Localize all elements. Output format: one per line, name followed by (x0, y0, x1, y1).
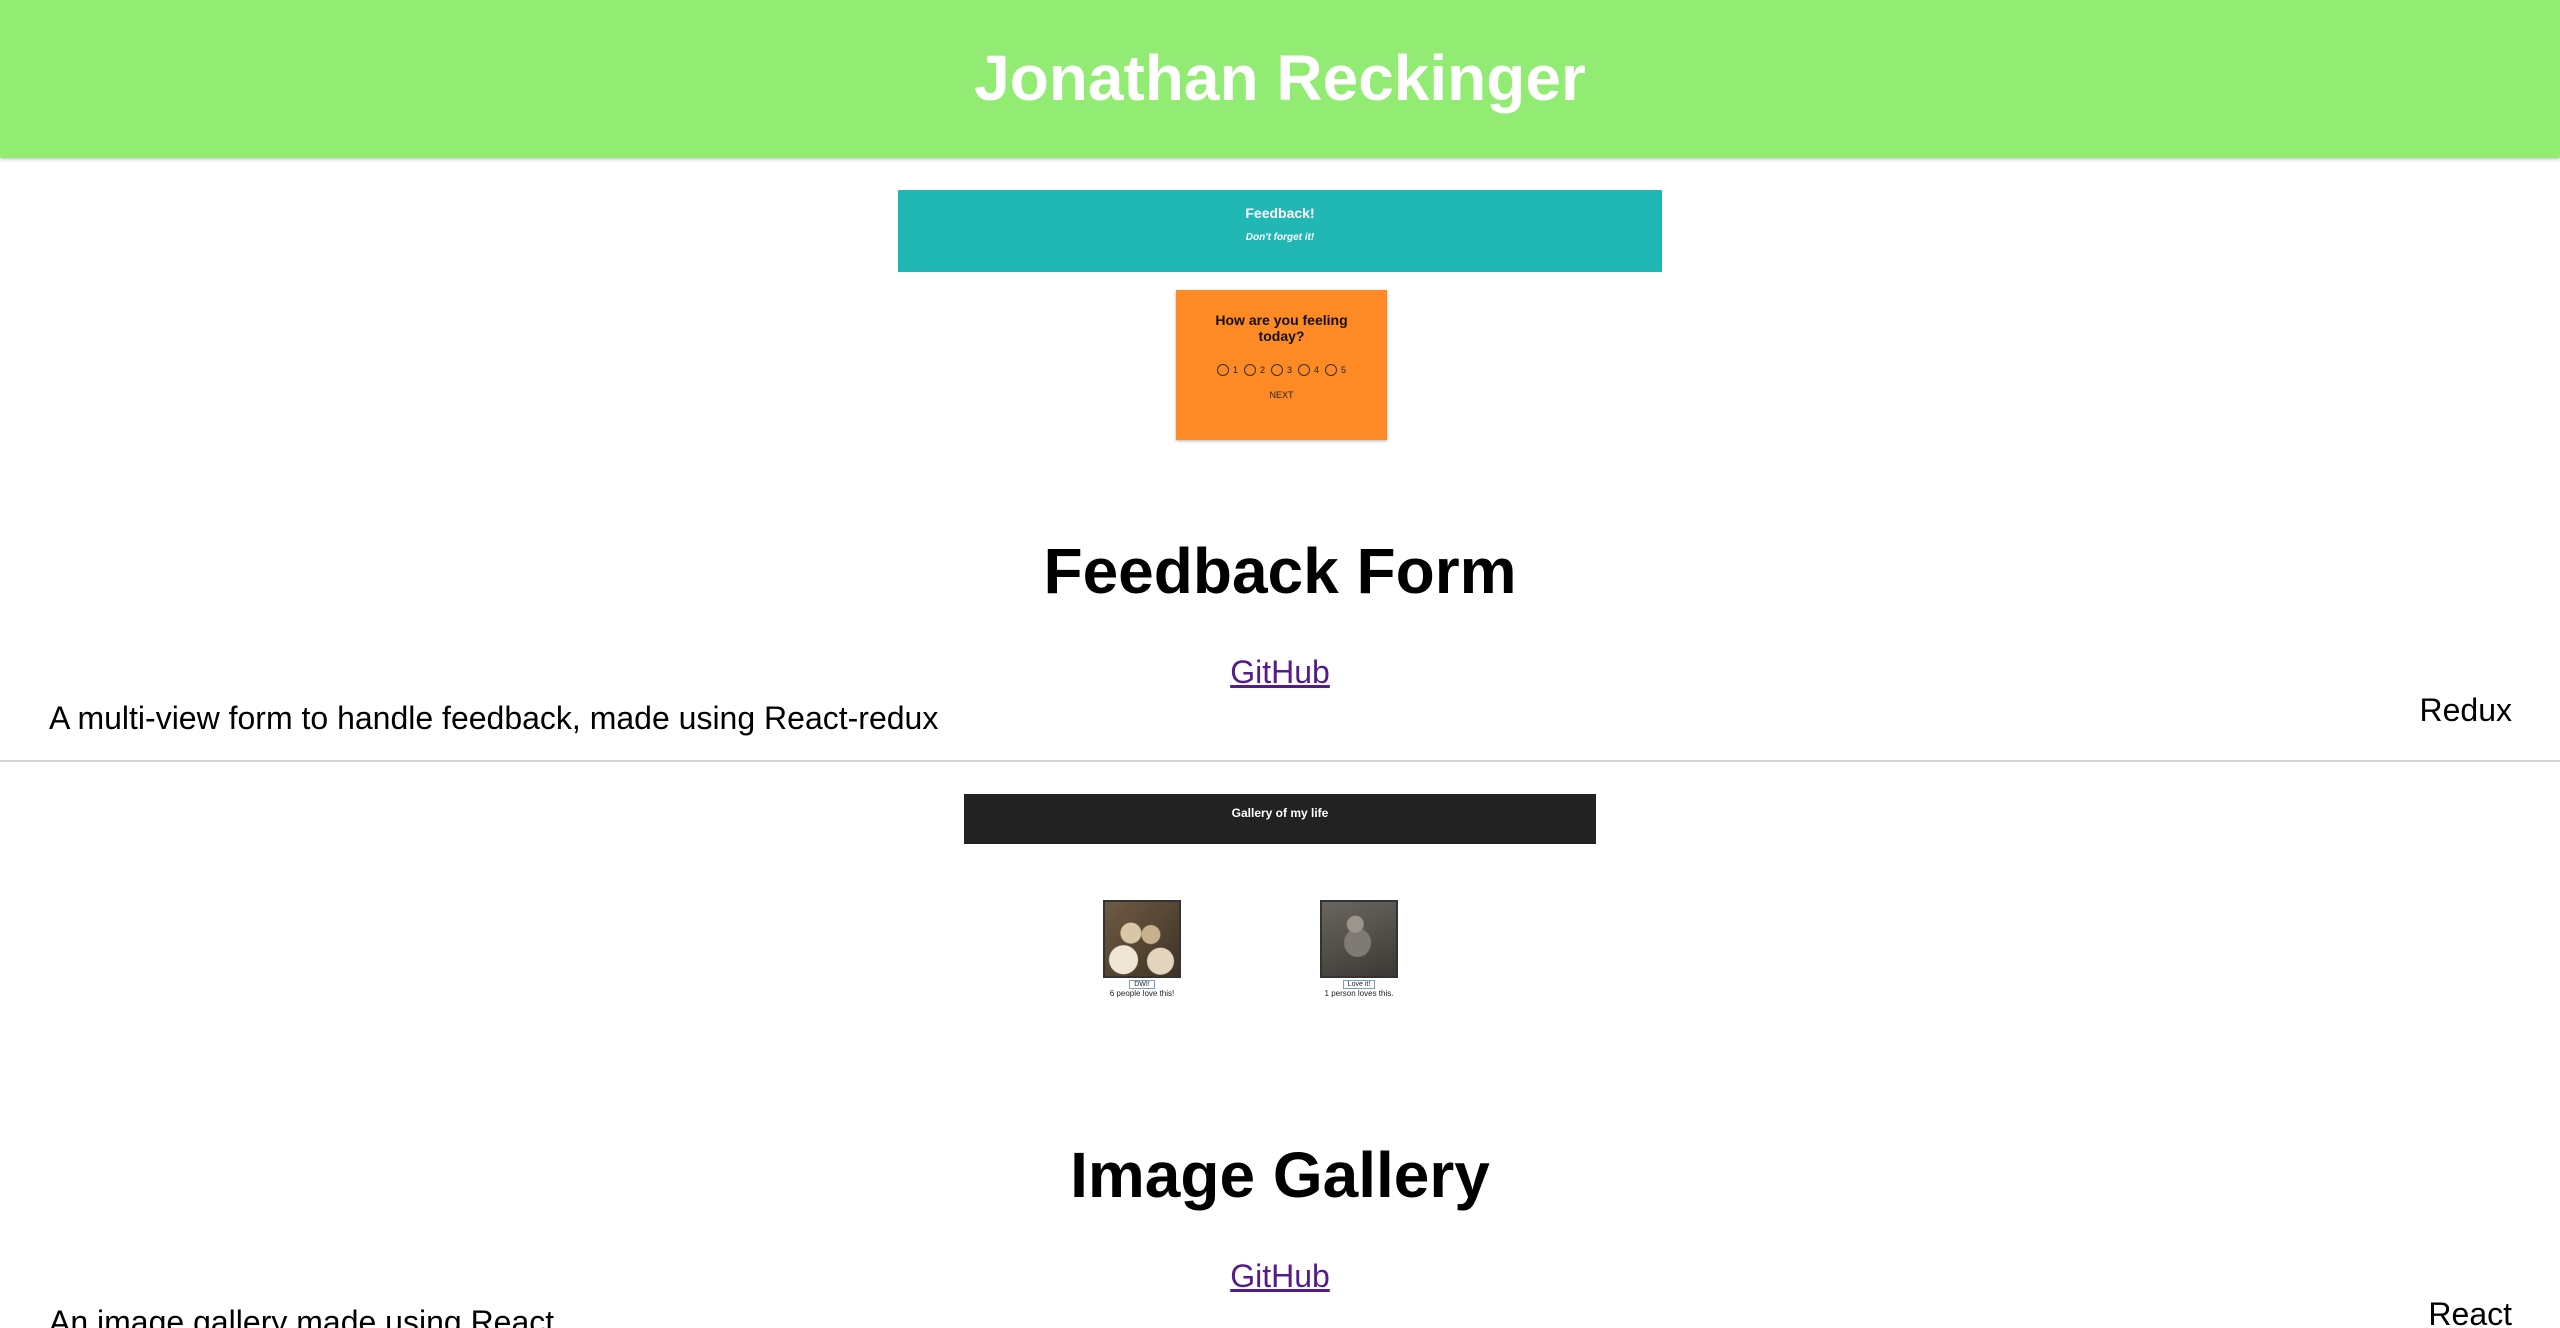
feedback-preview-next: NEXT (1269, 390, 1294, 400)
project-tag: React (2428, 1296, 2512, 1328)
radio-icon (1243, 364, 1256, 376)
feedback-preview-option: 2 (1243, 364, 1265, 376)
feedback-preview-option: 3 (1270, 364, 1292, 376)
gallery-preview-banner: Gallery of my life (964, 794, 1596, 844)
gallery-preview-likes: 1 person loves this. (1324, 989, 1394, 998)
kitten-image (1103, 900, 1181, 978)
feedback-preview-options: 1 2 3 4 5 (1176, 364, 1387, 376)
feedback-preview-question: How are you feeling today? (1215, 312, 1348, 344)
feedback-preview-card: How are you feeling today? 1 2 3 4 5 NEX… (1176, 290, 1387, 440)
project-card-feedback-form: Feedback! Don't forget it! How are you f… (0, 158, 2560, 762)
feedback-preview-option: 1 (1216, 364, 1238, 376)
gallery-preview-button: Love it! (1342, 980, 1376, 989)
site-header: Jonathan Reckinger (0, 0, 2560, 158)
gallery-preview-likes: 6 people love this! (1109, 989, 1175, 998)
project-description: A multi-view form to handle feedback, ma… (49, 700, 939, 736)
site-title: Jonathan Reckinger (974, 42, 1586, 114)
gallery-preview-item: DWI! 6 people love this! (1092, 900, 1192, 998)
kitten-image (1320, 900, 1398, 978)
project-tag: Redux (2419, 692, 2513, 728)
github-link-container: GitHub (0, 1258, 2560, 1295)
project-title: Image Gallery (1070, 1139, 1490, 1211)
gallery-preview-button: DWI! (1129, 980, 1155, 989)
feedback-preview-title: Feedback! (1245, 205, 1315, 221)
portfolio-page: Jonathan Reckinger Feedback! Don't forge… (0, 0, 2560, 1328)
github-link[interactable]: GitHub (1230, 654, 1330, 690)
feedback-preview-option: 5 (1325, 364, 1346, 376)
project-card-image-gallery: Gallery of my life DWI! 6 people love th… (0, 762, 2560, 1328)
gallery-preview-title: Gallery of my life (1231, 806, 1329, 820)
radio-icon (1216, 364, 1229, 376)
feedback-preview-option: 4 (1298, 364, 1319, 376)
github-link[interactable]: GitHub (1230, 1258, 1330, 1294)
feedback-preview-subtitle: Don't forget it! (1245, 232, 1315, 243)
radio-icon (1270, 364, 1283, 376)
github-link-container: GitHub (0, 654, 2560, 691)
project-title: Feedback Form (1043, 535, 1517, 607)
feedback-preview-banner: Feedback! Don't forget it! (898, 190, 1662, 272)
gallery-preview-item: Love it! 1 person loves this. (1309, 900, 1409, 998)
project-description: An image gallery made using React (49, 1304, 555, 1328)
radio-icon (1325, 364, 1338, 376)
radio-icon (1298, 364, 1310, 376)
